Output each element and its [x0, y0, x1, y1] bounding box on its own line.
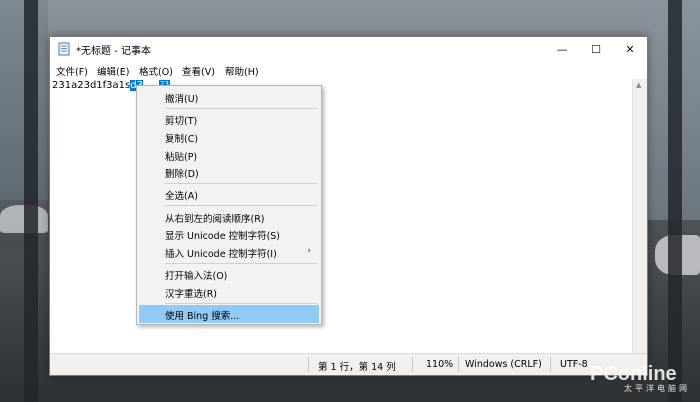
context-menu-select-all[interactable]: 全选(A)	[139, 185, 319, 203]
context-menu-separator	[165, 108, 317, 109]
editor-content: 231a23d1f3a1sd3	[52, 80, 143, 91]
status-divider	[458, 357, 459, 372]
context-menu-label: 复制(C)	[165, 134, 199, 145]
status-divider	[550, 357, 551, 372]
menu-view[interactable]: 查看(V)	[182, 64, 215, 78]
title-bar[interactable]: *无标题 - 记事本 — ☐ ✕	[50, 37, 647, 61]
background-window-mullion	[24, 0, 38, 402]
context-menu-copy[interactable]: 复制(C)	[139, 128, 319, 146]
status-encoding: UTF-8	[560, 359, 588, 370]
status-cursor-position: 第 1 行，第 14 列	[318, 362, 396, 373]
status-zoom: 110%	[426, 359, 454, 370]
submenu-arrow-icon: ›	[307, 246, 311, 256]
vertical-scrollbar[interactable]: ▲	[632, 79, 647, 353]
context-menu-delete[interactable]: 删除(D)	[139, 163, 319, 181]
context-menu-reconversion[interactable]: 汉字重选(R)	[139, 283, 319, 301]
context-menu-open-ime[interactable]: 打开输入法(O)	[139, 265, 319, 283]
minimize-button[interactable]: —	[545, 37, 579, 61]
notepad-icon	[58, 42, 70, 56]
pconline-watermark: PConline 太平洋电脑网	[590, 363, 690, 394]
context-menu-bing-search[interactable]: 使用 Bing 搜索...	[139, 305, 319, 323]
context-menu-separator	[165, 183, 317, 184]
close-icon: ✕	[625, 42, 635, 56]
context-menu-label: 从右到左的阅读顺序(R)	[165, 214, 265, 225]
context-menu-label: 汉字重选(R)	[165, 289, 218, 300]
context-menu-label: 删除(D)	[165, 169, 199, 180]
minimize-icon: —	[556, 42, 568, 56]
status-line-ending: Windows (CRLF)	[465, 359, 542, 370]
scroll-up-icon[interactable]: ▲	[636, 81, 641, 89]
context-menu: 撤消(U) 剪切(T) 复制(C) 粘贴(P) 删除(D) 全选(A) 从右到左…	[136, 85, 322, 325]
context-menu-separator	[165, 263, 317, 264]
context-menu-label: 插入 Unicode 控制字符(I)	[165, 249, 277, 260]
maximize-button[interactable]: ☐	[579, 37, 613, 61]
context-menu-label: 撤消(U)	[165, 94, 199, 105]
background-window-mullion	[668, 0, 682, 402]
context-menu-label: 打开输入法(O)	[165, 271, 228, 282]
context-menu-insert-unicode[interactable]: 插入 Unicode 控制字符(I) ›	[139, 243, 319, 261]
watermark-subtitle: 太平洋电脑网	[624, 384, 690, 393]
context-menu-separator	[165, 303, 317, 304]
context-menu-label: 粘贴(P)	[165, 152, 198, 163]
menu-bar: 文件(F) 编辑(E) 格式(O) 查看(V) 帮助(H)	[50, 61, 647, 79]
maximize-icon: ☐	[591, 42, 601, 56]
menu-edit[interactable]: 编辑(E)	[97, 64, 129, 78]
window-title: *无标题 - 记事本	[76, 46, 151, 57]
context-menu-separator	[165, 205, 317, 206]
menu-format[interactable]: 格式(O)	[139, 64, 173, 78]
context-menu-label: 使用 Bing 搜索...	[165, 311, 240, 322]
context-menu-undo[interactable]: 撤消(U)	[139, 88, 319, 106]
menu-help[interactable]: 帮助(H)	[225, 64, 259, 78]
close-button[interactable]: ✕	[613, 37, 647, 61]
status-bar: 第 1 行，第 14 列 110% Windows (CRLF) UTF-8	[50, 353, 647, 375]
context-menu-show-unicode[interactable]: 显示 Unicode 控制字符(S)	[139, 225, 319, 243]
context-menu-label: 剪切(T)	[165, 116, 198, 127]
context-menu-label: 全选(A)	[165, 191, 198, 202]
context-menu-rtl-reading[interactable]: 从右到左的阅读顺序(R)	[139, 208, 319, 226]
context-menu-paste[interactable]: 粘贴(P)	[139, 146, 319, 164]
status-divider	[308, 357, 309, 372]
menu-file[interactable]: 文件(F)	[56, 64, 88, 78]
context-menu-cut[interactable]: 剪切(T)	[139, 110, 319, 128]
context-menu-label: 显示 Unicode 控制字符(S)	[165, 231, 281, 242]
editor-text-unselected: 231a23d1f3a1s	[52, 80, 131, 91]
status-divider	[412, 357, 413, 372]
